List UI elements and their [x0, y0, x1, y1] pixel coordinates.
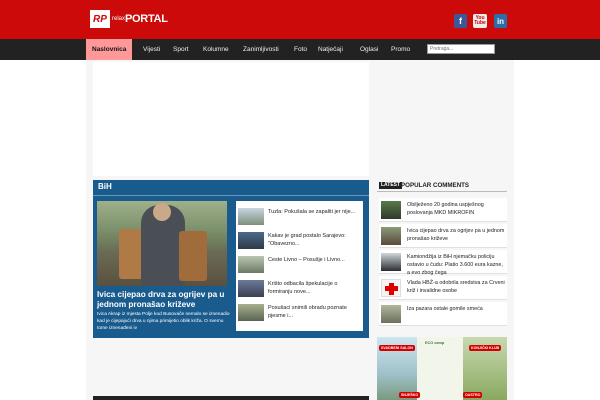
comment-thumbnail	[381, 201, 401, 219]
nav-item-zanimljivosti[interactable]: Zanimljivosti	[243, 39, 279, 60]
nav-item-naslovnica[interactable]: Naslovnica	[86, 39, 133, 60]
article-thumbnail	[238, 280, 264, 297]
article-title: Posušaci snimili obradu poznate pjesme i…	[268, 305, 347, 319]
banner-tag: SVADBENI SALON	[379, 345, 415, 351]
comment-article-title: Iza pazara ostale gomile smeća	[407, 306, 483, 312]
comment-article-title: Vlada HBŽ-a odobrila sredstva za Crveni …	[407, 280, 505, 294]
main-nav: Naslovnica Vijesti Sport Kolumne Zanimlj…	[0, 39, 600, 60]
banner-image-middle	[417, 337, 463, 400]
article-thumbnail	[238, 256, 264, 273]
list-item[interactable]: Tuzla: Pokušala se zapaliti jer nije...	[238, 208, 362, 227]
main-article-excerpt: Ivica Akrap iz mjesta Polje kod Busovače…	[97, 312, 230, 331]
article-title: Ceste Livno – Posušje i Livno...	[268, 257, 345, 263]
list-item[interactable]: Ivica cijepao drva za ogrijev pa u jedno…	[379, 224, 507, 248]
image-person-head	[153, 203, 171, 221]
main-article-image[interactable]	[97, 201, 227, 286]
popular-comments-widget: LATEST POPULAR COMMENTS Obilježeno 20 go…	[377, 180, 507, 332]
youtube-icon[interactable]: You Tube	[473, 14, 487, 28]
list-item[interactable]: Kamiondžija iz BiH njemačku policiju ost…	[379, 250, 507, 276]
article-title: Krišto odbacila špekulacije o formiranju…	[268, 281, 338, 295]
article-thumbnail	[238, 232, 264, 249]
article-thumbnail	[238, 304, 264, 321]
nav-item-promo[interactable]: Promo	[391, 39, 410, 60]
widget-title[interactable]: POPULAR COMMENTS	[401, 181, 469, 190]
list-item[interactable]: Kakav je grad postalo Sarajevo: "Obavezn…	[238, 232, 362, 251]
comment-article-title: Kamiondžija iz BiH njemačku policiju ost…	[407, 254, 503, 276]
comment-thumbnail	[381, 305, 401, 323]
nav-item-oglasi[interactable]: Oglasi	[360, 39, 378, 60]
nav-item-kolumne[interactable]: Kolumne	[203, 39, 229, 60]
logo-initials: RP	[90, 10, 110, 28]
bih-section: BiH Ivica cijepao drva za ogrijev pa u j…	[93, 180, 369, 338]
eco-camp-logo: ECO camp	[425, 341, 445, 345]
ad-banner[interactable]: SVADBENI SALON KONJIČKI KLUB SNJEŠKO OAS…	[377, 337, 507, 400]
section-bottom-bar	[93, 396, 369, 400]
list-item[interactable]: Vlada HBŽ-a odobrila sredstva za Crveni …	[379, 276, 507, 300]
image-wood-right	[179, 231, 207, 281]
article-title: Tuzla: Pokušala se zapaliti jer nije...	[268, 209, 356, 215]
banner-tag: OASTRO	[463, 392, 483, 398]
comment-thumbnail	[381, 227, 401, 245]
list-item[interactable]: Iza pazara ostale gomile smeća	[379, 302, 507, 326]
widget-header: LATEST POPULAR COMMENTS	[377, 180, 507, 192]
site-header: RP relax PORTAL f You Tube in	[0, 0, 600, 39]
main-article-headline[interactable]: Ivica cijepao drva za ogrijev pa u jedno…	[97, 290, 231, 310]
site-logo[interactable]: RP relax PORTAL	[90, 10, 168, 28]
list-item[interactable]: Posušaci snimili obradu poznate pjesme i…	[238, 304, 362, 323]
logo-text-big: PORTAL	[125, 13, 168, 25]
ad-placeholder	[93, 62, 369, 176]
search-input[interactable]: Pretraga...	[427, 44, 495, 54]
list-item[interactable]: Ceste Livno – Posušje i Livno...	[238, 256, 362, 275]
logo-text-small: relax	[112, 16, 126, 22]
nav-item-foto[interactable]: Foto	[294, 39, 307, 60]
banner-tag: SNJEŠKO	[399, 392, 421, 398]
section-title[interactable]: BiH	[98, 182, 112, 191]
section-divider	[93, 195, 369, 196]
facebook-icon[interactable]: f	[454, 14, 467, 28]
list-item[interactable]: Krišto odbacila špekulacije o formiranju…	[238, 280, 362, 299]
bih-article-list: Tuzla: Pokušala se zapaliti jer nije... …	[236, 201, 363, 331]
article-title: Kakav je grad postalo Sarajevo: "Obavezn…	[268, 233, 346, 247]
comment-article-title: Obilježeno 20 godina uspješnog poslovanj…	[407, 202, 484, 216]
latest-tab[interactable]: LATEST	[379, 182, 403, 189]
youtube-icon-bottom: Tube	[474, 20, 486, 26]
comment-article-title: Ivica cijepao drva za ogrijev pa u jedno…	[407, 228, 505, 242]
nav-item-vijesti[interactable]: Vijesti	[143, 39, 160, 60]
comment-thumbnail	[381, 253, 401, 271]
article-thumbnail	[238, 208, 264, 225]
red-cross-icon	[381, 279, 401, 297]
banner-tag: KONJIČKI KLUB	[469, 345, 502, 351]
nav-item-natjecaji[interactable]: Natječaji	[318, 39, 343, 60]
list-item[interactable]: Obilježeno 20 godina uspješnog poslovanj…	[379, 198, 507, 222]
linkedin-icon[interactable]: in	[494, 14, 507, 28]
nav-item-sport[interactable]: Sport	[173, 39, 189, 60]
